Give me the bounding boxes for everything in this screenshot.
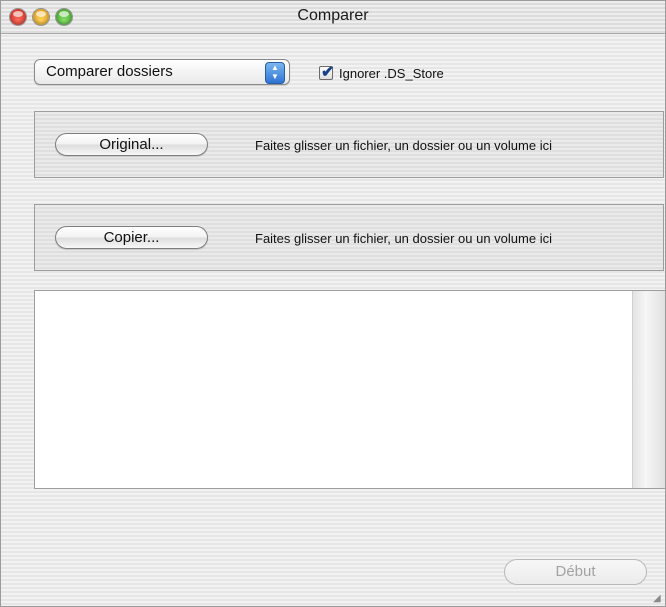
original-drop-zone[interactable]: Original... Faites glisser un fichier, u…	[34, 111, 664, 178]
compare-mode-select[interactable]: Comparer dossiers ▲ ▼	[34, 59, 290, 85]
original-button[interactable]: Original...	[55, 133, 208, 156]
checkmark-icon: ✔	[321, 64, 335, 81]
title-bar[interactable]: Comparer	[1, 1, 665, 34]
results-text-area[interactable]	[34, 290, 665, 489]
window-title: Comparer	[297, 7, 369, 24]
copy-drop-zone[interactable]: Copier... Faites glisser un fichier, un …	[34, 204, 664, 271]
compare-mode-selected-value: Comparer dossiers	[46, 63, 173, 80]
app-window: Comparer Comparer dossiers ▲ ▼ ✔ Ignorer …	[0, 0, 666, 607]
ignore-ds-store-label[interactable]: Ignorer .DS_Store	[339, 66, 444, 81]
copy-button[interactable]: Copier...	[55, 226, 208, 249]
copy-drop-hint: Faites glisser un fichier, un dossier ou…	[255, 231, 552, 246]
results-scrollbar[interactable]	[632, 291, 665, 488]
resize-grip-icon[interactable]: ◢	[653, 594, 663, 604]
popup-arrows-icon: ▲ ▼	[265, 62, 285, 84]
ignore-ds-store-checkbox[interactable]: ✔	[319, 64, 334, 81]
start-button[interactable]: Début	[504, 559, 647, 585]
original-drop-hint: Faites glisser un fichier, un dossier ou…	[255, 138, 552, 153]
